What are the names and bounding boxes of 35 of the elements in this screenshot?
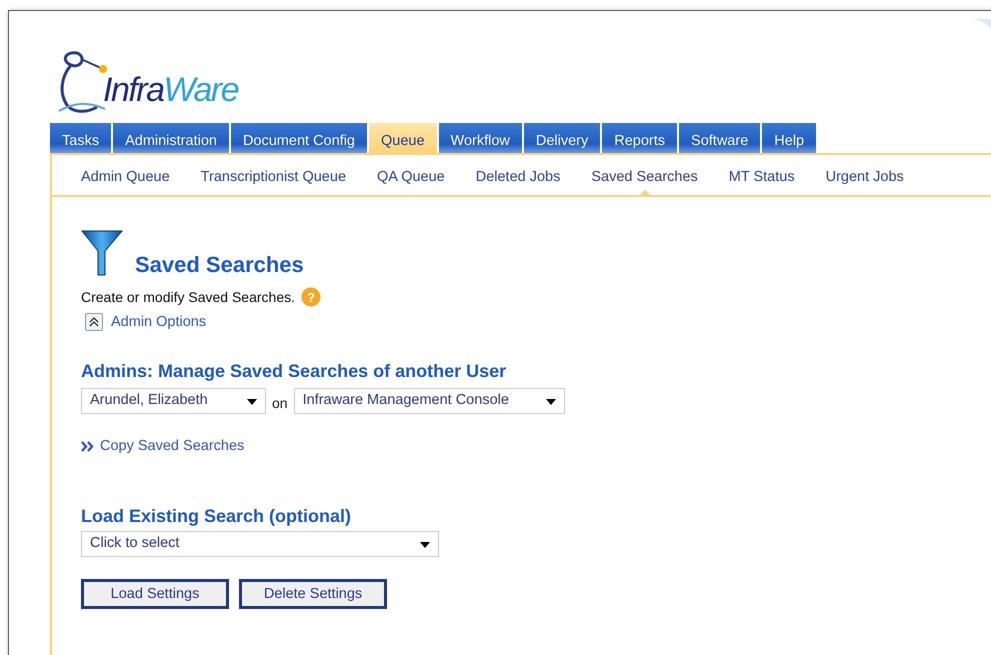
funnel-icon [81,229,123,277]
subnav-link[interactable]: QA Queue [377,169,445,195]
subnav-link[interactable]: Transcriptionist Queue [200,169,346,195]
double-chevron-icon [81,440,95,452]
copy-saved-searches-link[interactable]: Copy Saved Searches [100,438,244,454]
section-heading: Load Existing Search (optional) [81,506,352,527]
logo-wordmark: InfraWare [103,73,238,107]
nav-tab[interactable]: Workflow [438,123,522,153]
nav-tab[interactable]: Help [762,123,816,153]
nav-tab[interactable]: Queue [368,123,437,153]
subnav-link[interactable]: Admin Queue [81,169,170,195]
saved-search-dropdown[interactable]: Click to select [81,531,439,557]
nav-tab[interactable]: Software [679,123,760,153]
connector-text: on [272,395,288,411]
nav-tab[interactable]: Reports [602,123,678,153]
page-title: Saved Searches [135,252,304,277]
subnav-link[interactable]: Deleted Jobs [476,169,560,195]
nav-tab[interactable]: Document Config [230,123,367,153]
application-dropdown[interactable]: Infraware Management Console [294,388,565,414]
action-button[interactable]: Delete Settings [239,579,387,609]
admin-options-link[interactable]: Admin Options [111,314,206,330]
description-text: Create or modify Saved Searches. [81,289,295,305]
subnav-link[interactable]: Saved Searches [591,169,698,195]
caret-icon [420,542,430,548]
subnav-link[interactable]: Urgent Jobs [826,169,904,195]
user-dropdown[interactable]: Arundel, Elizabeth [81,388,266,414]
nav-tab[interactable]: Tasks [50,123,112,153]
caret-icon [546,399,556,405]
section-heading: Admins: Manage Saved Searches of another User [81,361,508,382]
subnav-link[interactable]: MT Status [728,169,795,195]
action-button[interactable]: Load Settings [81,579,229,609]
nav-tab[interactable]: Delivery [524,123,600,153]
collapse-icon[interactable] [85,313,103,331]
caret-icon [247,399,257,405]
nav-tab[interactable]: Administration [113,123,229,153]
